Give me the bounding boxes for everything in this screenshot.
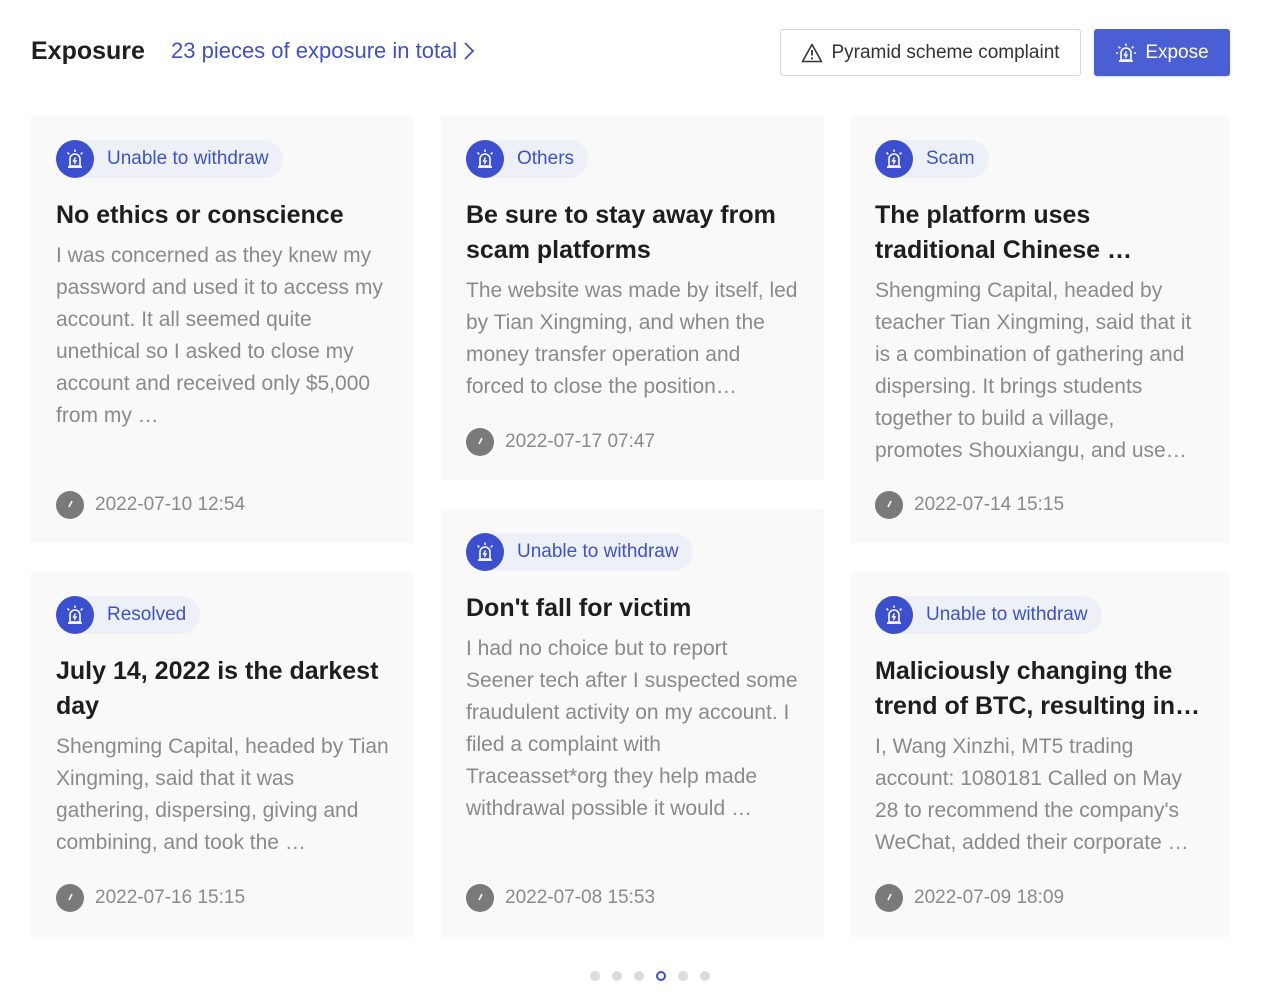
card-date: 2022-07-17 07:47 [466, 428, 655, 456]
card-excerpt: Shengming Capital, headed by teacher Tia… [875, 279, 1192, 462]
exposure-card[interactable]: Scam The platform uses traditional Chine… [850, 116, 1230, 543]
carousel-pagination [590, 971, 710, 981]
exposure-card[interactable]: Unable to withdraw No ethics or conscien… [31, 116, 414, 543]
card-excerpt: I, Wang Xinzhi, MT5 trading account: 108… [875, 735, 1189, 854]
siren-alarm-icon [56, 596, 94, 634]
card-date: 2022-07-14 15:15 [875, 491, 1064, 519]
expose-button-label: Expose [1145, 41, 1209, 63]
card-date: 2022-07-08 15:53 [466, 884, 655, 912]
card-date: 2022-07-09 18:09 [875, 884, 1064, 912]
card-date-text: 2022-07-09 18:09 [914, 887, 1065, 908]
page-title: Exposure [31, 37, 145, 65]
category-tag-label: Unable to withdraw [107, 148, 269, 169]
card-date: 2022-07-16 15:15 [56, 884, 245, 912]
siren-alarm-icon [56, 140, 94, 178]
exposure-header: Exposure 23 pieces of exposure in total … [0, 0, 1267, 100]
card-date-text: 2022-07-14 15:15 [914, 494, 1065, 515]
card-title: Don't fall for victim [466, 594, 692, 622]
siren-alarm-icon [875, 596, 913, 634]
pagination-dot[interactable] [612, 971, 622, 981]
card-title: The platform uses traditional Chinese … [875, 201, 1132, 264]
exposure-card[interactable]: Unable to withdraw Don't fall for victim… [441, 509, 824, 937]
siren-alarm-icon [466, 533, 504, 571]
clock-icon [875, 884, 903, 912]
pagination-dot[interactable] [590, 971, 600, 981]
card-title: No ethics or conscience [56, 201, 344, 229]
card-date-text: 2022-07-16 15:15 [95, 887, 246, 908]
pagination-dot-active[interactable] [656, 971, 666, 981]
card-date-text: 2022-07-08 15:53 [505, 887, 656, 908]
category-tag: Unable to withdraw [56, 140, 283, 178]
clock-icon [875, 491, 903, 519]
total-exposure-link[interactable]: 23 pieces of exposure in total [171, 38, 475, 64]
chevron-right-icon [464, 42, 475, 60]
card-excerpt: I had no choice but to report Seener tec… [466, 637, 798, 820]
card-date: 2022-07-10 12:54 [56, 491, 245, 519]
expose-button[interactable]: Expose [1094, 29, 1230, 76]
exposure-card[interactable]: Resolved July 14, 2022 is the darkest da… [31, 572, 414, 937]
siren-alarm-icon [875, 140, 913, 178]
pagination-dot[interactable] [634, 971, 644, 981]
siren-alarm-icon [466, 140, 504, 178]
clock-icon [56, 491, 84, 519]
exposure-card[interactable]: Unable to withdraw Maliciously changing … [850, 572, 1230, 937]
card-excerpt: I was concerned as they knew my password… [56, 244, 383, 427]
category-tag-label: Unable to withdraw [926, 604, 1088, 625]
card-title: Maliciously changing the trend of BTC, r… [875, 657, 1200, 720]
category-tag-label: Resolved [107, 604, 187, 625]
card-date-text: 2022-07-17 07:47 [505, 431, 656, 452]
warning-triangle-icon [802, 43, 823, 62]
clock-icon [56, 884, 84, 912]
category-tag: Unable to withdraw [466, 533, 693, 571]
pagination-dot[interactable] [678, 971, 688, 981]
clock-icon [466, 428, 494, 456]
category-tag: Resolved [56, 596, 201, 634]
total-exposure-label: 23 pieces of exposure in total [171, 38, 458, 63]
card-excerpt: Shengming Capital, headed by Tian Xingmi… [56, 735, 389, 854]
category-tag: Unable to withdraw [875, 596, 1102, 634]
category-tag-label: Unable to withdraw [517, 541, 679, 562]
card-date-text: 2022-07-10 12:54 [95, 494, 246, 515]
exposure-card[interactable]: Others Be sure to stay away from scam pl… [441, 116, 824, 480]
category-tag: Others [466, 140, 589, 178]
card-excerpt: The website was made by itself, led by T… [466, 279, 798, 398]
category-tag: Scam [875, 140, 989, 178]
category-tag-label: Scam [926, 148, 975, 169]
clock-icon [466, 884, 494, 912]
siren-alarm-icon [1116, 43, 1137, 62]
pagination-dot[interactable] [700, 971, 710, 981]
pyramid-complaint-button[interactable]: Pyramid scheme complaint [780, 29, 1081, 76]
card-title: July 14, 2022 is the darkest day [56, 657, 379, 720]
category-tag-label: Others [517, 148, 575, 169]
card-title: Be sure to stay away from scam platforms [466, 201, 776, 264]
complaint-button-label: Pyramid scheme complaint [831, 41, 1060, 63]
